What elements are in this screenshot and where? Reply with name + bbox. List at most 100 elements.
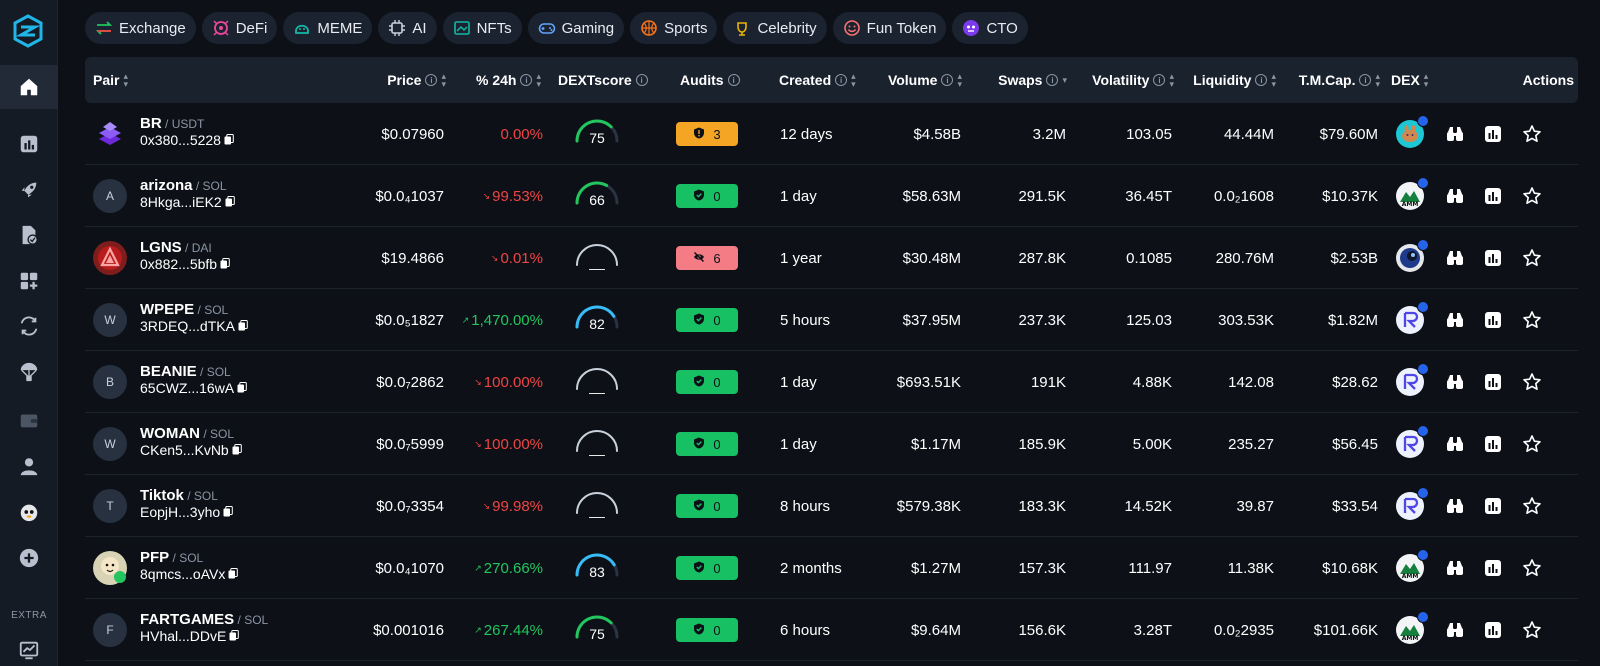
copy-icon[interactable]	[220, 256, 230, 272]
copy-icon[interactable]	[237, 380, 247, 396]
binoculars-icon[interactable]	[1445, 620, 1465, 640]
chip-nfts[interactable]: NFTs	[442, 12, 522, 44]
chart-stats-icon[interactable]	[1483, 310, 1503, 330]
col-tmcap[interactable]: T.M.Cap. i ▴ ▾	[1299, 57, 1380, 103]
chip-sports[interactable]: Sports	[630, 12, 718, 44]
dex-icon[interactable]	[1396, 301, 1429, 334]
pair-info[interactable]: arizona / SOL 8Hkga...iEK2	[140, 178, 235, 210]
copy-icon[interactable]	[238, 318, 248, 334]
audit-badge[interactable]: 0	[676, 618, 738, 642]
dextscore-gauge[interactable]: 82	[574, 302, 620, 338]
audit-badge[interactable]: 0	[676, 184, 738, 208]
table-row[interactable]: LGNS / DAI 0x882...5bfb $19.4866 ↘ 0.01% …	[85, 227, 1578, 289]
copy-icon[interactable]	[229, 628, 240, 644]
chart-stats-icon[interactable]	[1483, 372, 1503, 392]
dextscore-gauge[interactable]: __	[574, 488, 620, 524]
col-created[interactable]: Created i ▴ ▾	[779, 57, 856, 103]
col-liquidity[interactable]: Liquidity i ▴ ▾	[1193, 57, 1276, 103]
chart-stats-icon[interactable]	[1483, 248, 1503, 268]
chart-stats-icon[interactable]	[1483, 620, 1503, 640]
favorite-star-icon[interactable]	[1522, 248, 1542, 268]
pair-info[interactable]: Tiktok / SOL EopjH...3yho	[140, 488, 233, 520]
chip-celebrity[interactable]: Celebrity	[723, 12, 827, 44]
chip-meme[interactable]: MEME	[283, 12, 373, 44]
dex-icon[interactable]	[1396, 487, 1429, 520]
audit-badge[interactable]: 0	[676, 370, 738, 394]
pair-info[interactable]: PFP / SOL 8qmcs...oAVx	[140, 550, 239, 582]
chart-stats-icon[interactable]	[1483, 496, 1503, 516]
binoculars-icon[interactable]	[1445, 186, 1465, 206]
audit-badge[interactable]: 6	[676, 246, 738, 270]
binoculars-icon[interactable]	[1445, 496, 1465, 516]
col-change[interactable]: % 24h i ▴ ▾	[476, 57, 541, 103]
binoculars-icon[interactable]	[1445, 372, 1465, 392]
audit-badge[interactable]: 0	[676, 308, 738, 332]
pair-info[interactable]: BEANIE / SOL 65CWZ...16wA	[140, 364, 247, 396]
binoculars-icon[interactable]	[1445, 558, 1465, 578]
copy-icon[interactable]	[228, 566, 239, 582]
pair-info[interactable]: WPEPE / SOL 3RDEQ...dTKA	[140, 302, 248, 334]
dextscore-gauge[interactable]: __	[574, 426, 620, 462]
dextscore-gauge[interactable]: 75	[574, 116, 620, 152]
dextscore-gauge[interactable]: 75	[574, 612, 620, 648]
pair-info[interactable]: WOMAN / SOL CKen5...KvNb	[140, 426, 242, 458]
binoculars-icon[interactable]	[1445, 310, 1465, 330]
dex-icon[interactable]	[1396, 115, 1429, 148]
dex-icon[interactable]	[1396, 363, 1429, 396]
favorite-star-icon[interactable]	[1522, 186, 1542, 206]
col-pair[interactable]: Pair ▴ ▾	[93, 57, 128, 103]
chip-cto[interactable]: CTO	[952, 12, 1028, 44]
col-volume[interactable]: Volume i ▴ ▾	[888, 57, 962, 103]
favorite-star-icon[interactable]	[1522, 496, 1542, 516]
sidebar-item-widgets[interactable]	[0, 259, 58, 303]
table-row[interactable]: F FARTGAMES / SOL HVhal...DDvE $0.001016…	[85, 599, 1578, 661]
copy-icon[interactable]	[224, 132, 234, 148]
copy-icon[interactable]	[223, 504, 233, 520]
col-volatility[interactable]: Volatility i ▴ ▾	[1092, 57, 1174, 103]
table-row[interactable]: B BEANIE / SOL 65CWZ...16wA $0.0₇2862 ↘ 1…	[85, 351, 1578, 413]
dex-icon[interactable]	[1396, 239, 1429, 272]
pair-info[interactable]: FARTGAMES / SOL HVhal...DDvE	[140, 612, 268, 645]
favorite-star-icon[interactable]	[1522, 558, 1542, 578]
table-row[interactable]: A arizona / SOL 8Hkga...iEK2 $0.0₄1037 ↘…	[85, 165, 1578, 227]
chip-exchange[interactable]: Exchange	[85, 12, 196, 44]
sidebar-item-swap[interactable]	[0, 304, 58, 348]
audit-badge[interactable]: 0	[676, 494, 738, 518]
col-swaps[interactable]: Swaps i ▾	[998, 57, 1067, 103]
dextools-logo[interactable]	[12, 14, 44, 48]
chip-ai[interactable]: AI	[378, 12, 437, 44]
audit-badge[interactable]: 0	[676, 556, 738, 580]
dextscore-gauge[interactable]: 66	[574, 178, 620, 214]
dex-icon[interactable]: AMM	[1396, 549, 1429, 582]
sidebar-item-chart[interactable]	[0, 628, 58, 666]
binoculars-icon[interactable]	[1445, 124, 1465, 144]
chip-fun-token[interactable]: Fun Token	[832, 12, 947, 44]
chart-stats-icon[interactable]	[1483, 186, 1503, 206]
sidebar-item-mascot[interactable]	[0, 490, 58, 534]
col-price[interactable]: Price i ▴ ▾	[387, 57, 446, 103]
col-dextscore[interactable]: DEXTscore i	[558, 57, 648, 103]
dex-icon[interactable]	[1396, 425, 1429, 458]
sidebar-item-add[interactable]	[0, 536, 58, 580]
pair-info[interactable]: BR / USDT 0x380...5228	[140, 116, 234, 148]
sidebar-item-audit[interactable]	[0, 213, 58, 257]
dextscore-gauge[interactable]: __	[574, 364, 620, 400]
chart-stats-icon[interactable]	[1483, 124, 1503, 144]
favorite-star-icon[interactable]	[1522, 620, 1542, 640]
dex-icon[interactable]: AMM	[1396, 611, 1429, 644]
copy-icon[interactable]	[225, 194, 235, 210]
table-row[interactable]: W WPEPE / SOL 3RDEQ...dTKA $0.0₅1827 ↗ 1,…	[85, 289, 1578, 351]
favorite-star-icon[interactable]	[1522, 372, 1542, 392]
sidebar-item-wallet[interactable]	[0, 398, 58, 442]
pair-info[interactable]: LGNS / DAI 0x882...5bfb	[140, 240, 230, 272]
favorite-star-icon[interactable]	[1522, 434, 1542, 454]
sidebar-item-rocket[interactable]	[0, 168, 58, 212]
chart-stats-icon[interactable]	[1483, 434, 1503, 454]
binoculars-icon[interactable]	[1445, 434, 1465, 454]
copy-icon[interactable]	[232, 442, 242, 458]
table-row[interactable]: PFP / SOL 8qmcs...oAVx $0.0₄1070 ↗ 270.66…	[85, 537, 1578, 599]
sidebar-item-stats[interactable]	[0, 122, 58, 166]
col-dex[interactable]: DEX ▴ ▾	[1391, 57, 1428, 103]
binoculars-icon[interactable]	[1445, 248, 1465, 268]
sidebar-item-airdrop[interactable]	[0, 350, 58, 394]
